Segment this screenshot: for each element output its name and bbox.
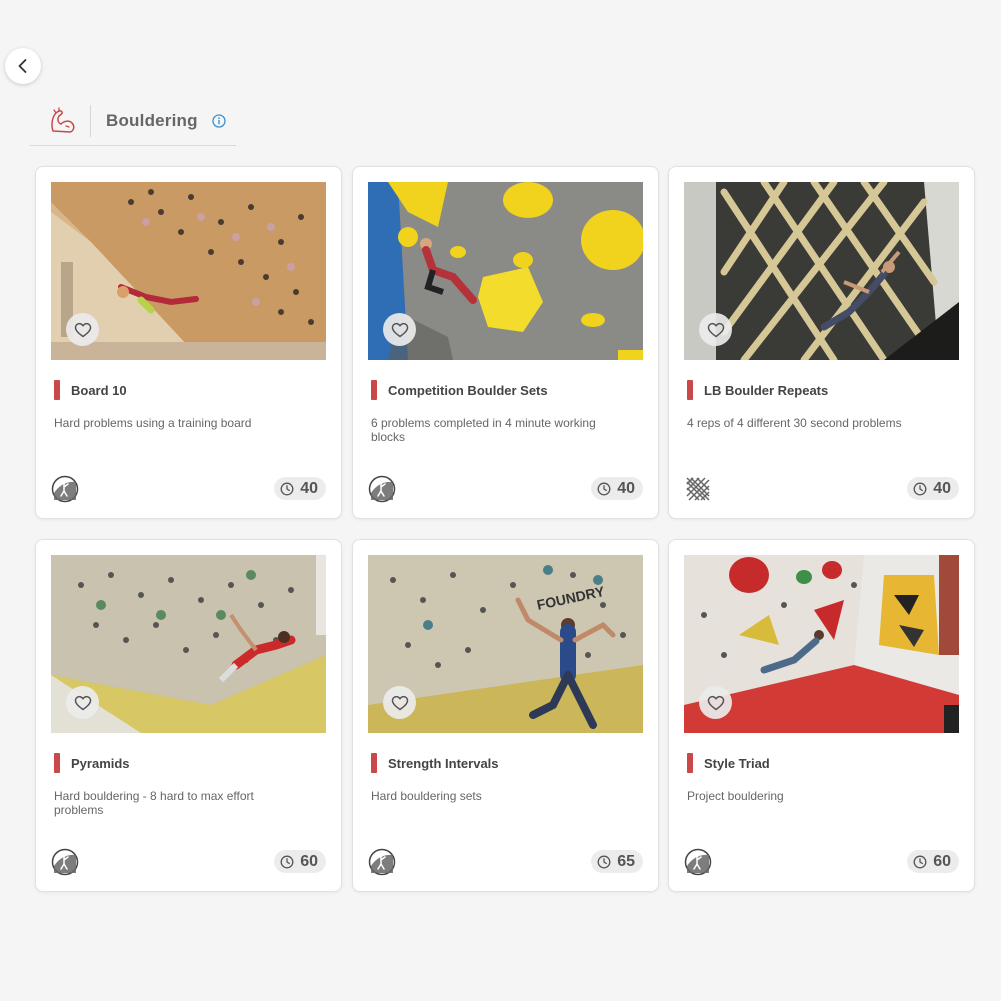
heart-icon (391, 322, 408, 337)
workout-description: Hard problems using a training board (54, 416, 252, 430)
favorite-button[interactable] (699, 313, 732, 346)
accent-bar (54, 380, 60, 400)
workout-name-row: Style Triad (687, 753, 770, 773)
climber-icon (684, 848, 712, 876)
duration-value: 40 (933, 479, 951, 497)
duration-badge: 40 (591, 477, 643, 500)
workout-description: 6 problems completed in 4 minute working… (371, 416, 596, 444)
workout-description: Hard bouldering sets (371, 789, 482, 803)
climber-icon (368, 475, 396, 503)
page-title: Bouldering (106, 110, 198, 130)
clock-icon (913, 855, 927, 868)
workout-name-row: LB Boulder Repeats (687, 380, 828, 400)
accent-bar (687, 380, 693, 400)
workout-name: Board 10 (71, 382, 127, 398)
favorite-button[interactable] (66, 313, 99, 346)
workout-card[interactable]: Board 10 Hard problems using a training … (35, 166, 342, 519)
climber-icon (368, 848, 396, 876)
workout-name: Strength Intervals (388, 755, 499, 771)
chevron-left-icon (18, 59, 27, 73)
workout-card[interactable]: Style Triad Project bouldering 60 (668, 539, 975, 892)
workout-name: LB Boulder Repeats (704, 382, 829, 398)
workout-name: Style Triad (704, 755, 770, 771)
favorite-button[interactable] (66, 686, 99, 719)
duration-badge: 60 (907, 850, 959, 873)
duration-badge: 60 (274, 850, 326, 873)
duration-value: 40 (300, 479, 318, 497)
workout-photo (684, 555, 959, 733)
workout-card[interactable]: Pyramids Hard bouldering - 8 hard to max… (35, 539, 342, 892)
heart-icon (707, 322, 724, 337)
workout-card[interactable]: LB Boulder Repeats 4 reps of 4 different… (668, 166, 975, 519)
accent-bar (687, 753, 693, 773)
heart-icon (707, 695, 724, 710)
clock-icon (280, 482, 294, 495)
duration-badge: 65 (591, 850, 643, 873)
workout-photo (51, 555, 326, 733)
clock-icon (913, 482, 927, 495)
duration-badge: 40 (274, 477, 326, 500)
workout-name: Competition Boulder Sets (388, 382, 548, 398)
favorite-button[interactable] (383, 686, 416, 719)
clock-icon (280, 855, 294, 868)
workout-name-row: Strength Intervals (371, 753, 499, 773)
lattice-board-icon (684, 475, 712, 503)
climber-icon (51, 475, 79, 503)
duration-value: 40 (617, 479, 635, 497)
workout-photo: FOUNDRY (368, 555, 643, 733)
workout-card[interactable]: FOUNDRY Strength Intervals Hard boulderi… (352, 539, 659, 892)
favorite-button[interactable] (699, 686, 732, 719)
workout-card[interactable]: Competition Boulder Sets 6 problems comp… (352, 166, 659, 519)
duration-value: 65 (617, 852, 635, 870)
workout-description: Hard bouldering - 8 hard to max effort p… (54, 789, 254, 817)
header-divider (90, 104, 91, 137)
workout-photo (684, 182, 959, 360)
duration-badge: 40 (907, 477, 959, 500)
heart-icon (74, 322, 91, 337)
accent-bar (371, 380, 377, 400)
category-header: Bouldering (30, 96, 236, 146)
workout-name: Pyramids (71, 755, 130, 771)
heart-icon (74, 695, 91, 710)
accent-bar (371, 753, 377, 773)
accent-bar (54, 753, 60, 773)
clock-icon (597, 482, 611, 495)
climber-icon (51, 848, 79, 876)
heart-icon (391, 695, 408, 710)
workout-name-row: Pyramids (54, 753, 130, 773)
workout-name-row: Competition Boulder Sets (371, 380, 548, 400)
workout-photo (368, 182, 643, 360)
duration-value: 60 (300, 852, 318, 870)
workout-photo (51, 182, 326, 360)
workout-description: Project bouldering (687, 789, 784, 803)
duration-value: 60 (933, 852, 951, 870)
favorite-button[interactable] (383, 313, 416, 346)
info-icon[interactable] (212, 113, 226, 128)
workout-name-row: Board 10 (54, 380, 127, 400)
clock-icon (597, 855, 611, 868)
back-button[interactable] (5, 48, 41, 84)
flexed-arm-icon (40, 101, 86, 141)
workout-description: 4 reps of 4 different 30 second problems (687, 416, 902, 430)
